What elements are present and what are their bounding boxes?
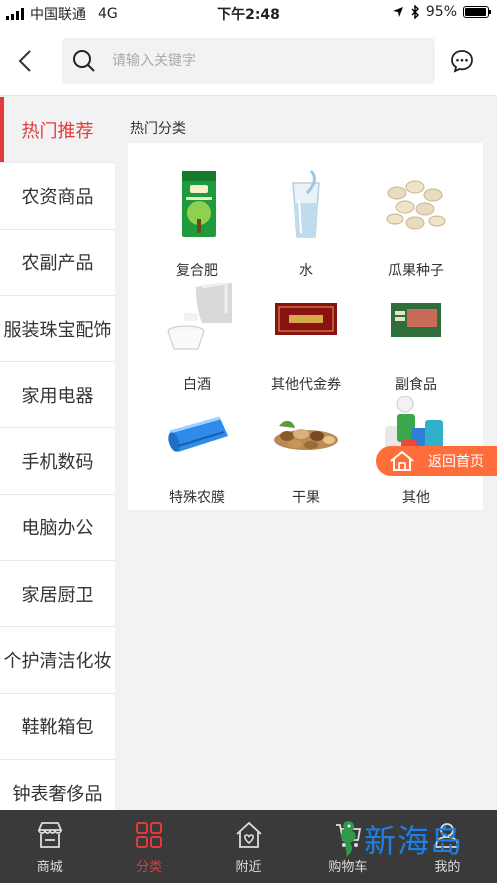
- category-cell[interactable]: 干果: [247, 376, 365, 506]
- search-input[interactable]: [112, 53, 412, 69]
- fertilizer-bag-image: [182, 171, 216, 237]
- sidebar-item[interactable]: 服装珠宝配饰: [0, 296, 115, 363]
- bottom-tabbar: 商城 分类 附近 购物车 我的: [0, 810, 497, 883]
- water-glass-image: [292, 169, 320, 238]
- store-icon: [37, 822, 63, 848]
- home-heart-icon: [235, 821, 262, 848]
- tab-category[interactable]: 分类: [99, 810, 198, 883]
- tab-label: 商城: [36, 860, 63, 875]
- seeds-image: [386, 180, 446, 230]
- cart-icon: [335, 824, 362, 847]
- category-cell[interactable]: 水: [247, 149, 365, 279]
- location-arrow-icon: [392, 7, 403, 17]
- sidebar-item[interactable]: 鞋靴箱包: [0, 694, 115, 760]
- category-label: 特殊农膜: [169, 490, 225, 506]
- sidebar-item[interactable]: 家居厨卫: [0, 561, 115, 628]
- battery-fill: [465, 8, 486, 16]
- section-title: 热门分类: [130, 121, 186, 137]
- status-right: 95%: [392, 4, 491, 20]
- sidebar-item[interactable]: 热门推荐: [0, 97, 115, 164]
- category-label: 其他: [402, 490, 430, 506]
- category-cell[interactable]: 特殊农膜: [138, 376, 256, 506]
- grid-icon: [136, 822, 163, 848]
- nuts-image: [274, 420, 338, 450]
- search-icon: [73, 50, 95, 72]
- sidebar-item[interactable]: 个护清洁化妆: [0, 627, 115, 694]
- sidebar-item[interactable]: 手机数码: [0, 428, 115, 495]
- tab-nearby[interactable]: 附近: [199, 810, 298, 883]
- tab-label: 分类: [136, 860, 163, 875]
- sidebar-item[interactable]: 电脑办公: [0, 495, 115, 562]
- film-roll-image: [168, 416, 228, 452]
- search-box[interactable]: [62, 38, 435, 84]
- sidebar-item[interactable]: 钟表奢侈品: [0, 760, 115, 810]
- tab-cart[interactable]: 购物车: [298, 810, 397, 883]
- home-icon: [390, 450, 414, 471]
- user-icon: [435, 823, 460, 848]
- tab-label: 我的: [434, 860, 461, 875]
- message-icon[interactable]: [449, 48, 475, 74]
- category-cell[interactable]: 瓜果种子: [357, 149, 475, 279]
- sidebar-item[interactable]: 家用电器: [0, 362, 115, 429]
- tab-store[interactable]: 商城: [0, 810, 99, 883]
- tab-label: 附近: [235, 860, 262, 875]
- category-label: 干果: [292, 490, 320, 506]
- return-home-button[interactable]: 返回首页: [376, 446, 497, 476]
- battery-icon: [463, 6, 491, 18]
- sidebar-item[interactable]: 农资商品: [0, 163, 115, 230]
- tab-mine[interactable]: 我的: [398, 810, 497, 883]
- category-cell[interactable]: 副食品: [357, 263, 475, 393]
- return-home-label: 返回首页: [428, 454, 484, 470]
- category-cell[interactable]: 其他代金券: [247, 263, 365, 393]
- voucher-image: [275, 303, 337, 335]
- back-icon[interactable]: [12, 46, 40, 76]
- sidebar-item[interactable]: 农副产品: [0, 230, 115, 296]
- category-cell[interactable]: 白酒: [138, 263, 256, 393]
- tab-label: 购物车: [328, 860, 368, 875]
- food-box-image: [391, 303, 441, 337]
- category-sidebar: 热门推荐 农资商品 农副产品 服装珠宝配饰 家用电器 手机数码 电脑办公 家居厨卫 个护清洁化妆…: [0, 97, 115, 810]
- category-cell[interactable]: 复合肥: [138, 149, 256, 279]
- header: [0, 26, 497, 96]
- liquor-bottle-image: [167, 283, 232, 350]
- status-bar: 中国联通 4G 下午2:48 95%: [0, 0, 497, 26]
- battery-percent: 95%: [425, 4, 457, 20]
- bluetooth-icon: [411, 5, 419, 19]
